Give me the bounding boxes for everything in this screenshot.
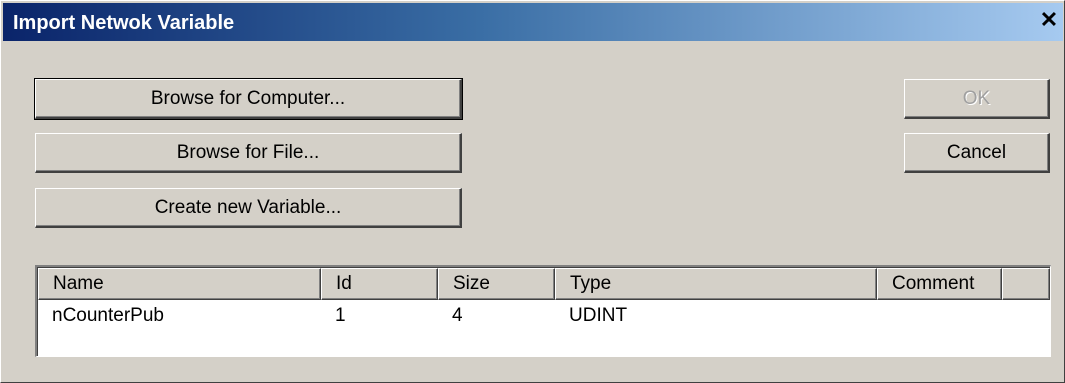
cell-name: nCounterPub [52,305,164,326]
column-header-type[interactable]: Type [555,268,877,300]
close-icon: ✕ [1039,7,1059,32]
create-new-variable-label: Create new Variable... [154,196,342,218]
cancel-button[interactable]: Cancel [904,133,1050,173]
list-item[interactable]: nCounterPub 1 4 UDINT [38,303,1050,329]
column-header-filler [1002,268,1050,300]
column-header-name[interactable]: Name [38,268,321,300]
cell-type: UDINT [569,305,628,326]
variables-list[interactable]: Name Id Size Type Comment nCounterPub 1 … [35,265,1051,357]
column-header-id[interactable]: Id [321,268,438,300]
browse-for-file-button[interactable]: Browse for File... [35,133,462,173]
close-button[interactable]: ✕ [1037,9,1061,33]
cell-id: 1 [335,305,346,326]
create-new-variable-button[interactable]: Create new Variable... [35,188,462,228]
cancel-label: Cancel [946,141,1007,163]
browse-for-computer-label: Browse for Computer... [150,87,346,109]
browse-for-file-label: Browse for File... [176,141,320,163]
cell-comment [877,303,1002,329]
column-header-comment[interactable]: Comment [877,268,1002,300]
ok-label: OK [962,87,991,109]
import-network-variable-dialog: Import Netwok Variable ✕ Browse for Comp… [0,0,1065,383]
title-bar[interactable]: Import Netwok Variable ✕ [3,3,1063,41]
browse-for-computer-button[interactable]: Browse for Computer... [34,78,463,120]
ok-button[interactable]: OK [904,79,1050,119]
list-header: Name Id Size Type Comment [38,268,1050,300]
column-header-size[interactable]: Size [438,268,555,300]
cell-size: 4 [452,305,463,326]
dialog-title: Import Netwok Variable [13,12,235,34]
